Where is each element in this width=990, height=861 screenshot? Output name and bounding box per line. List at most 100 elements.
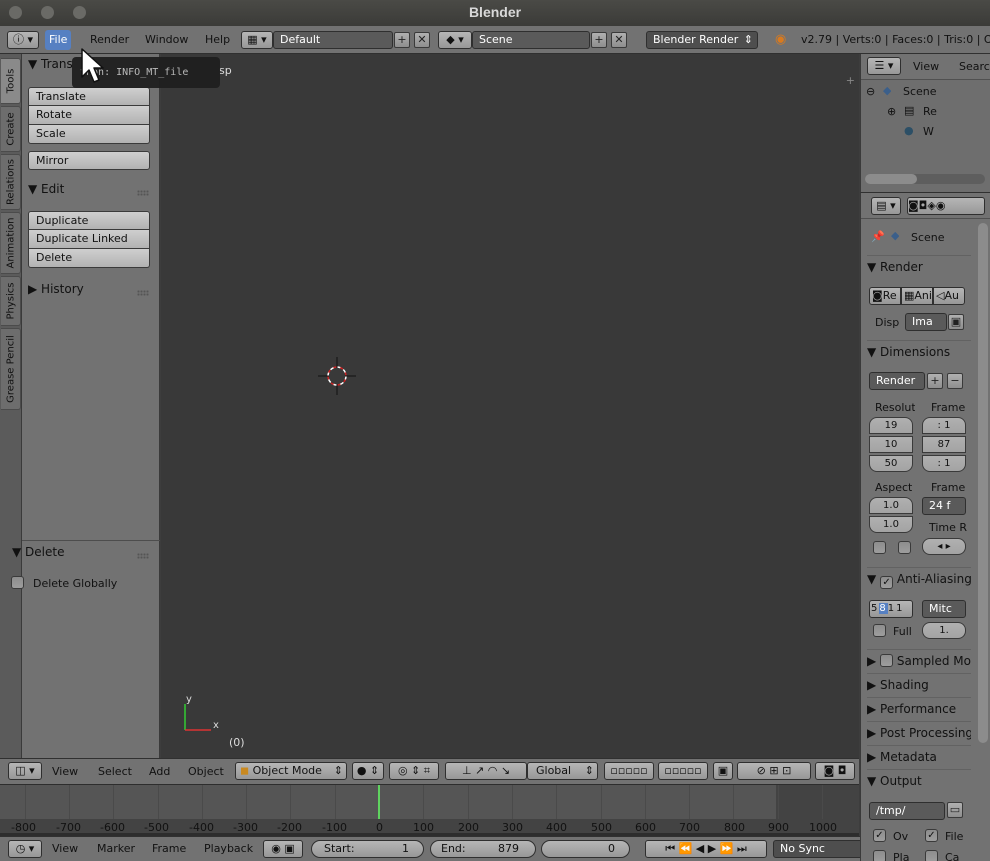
minimize-window-button[interactable] xyxy=(41,6,54,19)
expand-icon[interactable]: ⊕ xyxy=(887,105,896,118)
aa-filter-dropdown[interactable]: Mitc xyxy=(922,600,966,618)
playback-controls[interactable]: ⏮ ⏪ ◀ ▶ ⏩ ⏭ xyxy=(645,840,767,858)
screen-layout-selector[interactable]: ▦ ▾ xyxy=(241,31,273,49)
render-preset-dropdown[interactable]: Render xyxy=(869,372,925,390)
sync-dropdown[interactable]: No Sync xyxy=(773,840,863,858)
drag-grip-icon[interactable] xyxy=(137,553,149,559)
add-layout-icon[interactable]: + xyxy=(394,32,410,48)
collapse-icon[interactable]: ⊖ xyxy=(866,85,875,98)
anti-aliasing-checkbox[interactable]: ✓ xyxy=(880,576,894,589)
lock-interface-icon[interactable]: ▣ xyxy=(948,314,964,330)
menu-view[interactable]: View xyxy=(48,762,82,782)
resolution-y-field[interactable]: 10 xyxy=(869,436,913,453)
current-frame-field[interactable]: 0 xyxy=(541,840,630,858)
time-remap-field[interactable]: ◂ ▸ xyxy=(922,538,966,555)
frame-step-field[interactable]: : 1 xyxy=(922,455,966,472)
tab-animation[interactable]: Animation xyxy=(1,212,21,274)
crop-checkbox[interactable] xyxy=(898,541,911,554)
pivot-dropdown[interactable]: ◎ ⇕ ⌗ xyxy=(389,762,439,780)
add-preset-icon[interactable]: + xyxy=(927,373,943,389)
remove-scene-icon[interactable]: ✕ xyxy=(611,32,627,48)
placeholders-checkbox[interactable] xyxy=(873,850,886,861)
menu-object[interactable]: Object xyxy=(184,762,228,782)
outliner-item-render[interactable]: Re xyxy=(923,105,937,118)
snap-tools[interactable]: ⊘ ⊞ ⊡ xyxy=(737,762,811,780)
menu-marker[interactable]: Marker xyxy=(93,839,139,859)
delete-button[interactable]: Delete xyxy=(28,249,150,268)
metadata-panel-header[interactable]: ▶ Metadata xyxy=(867,745,971,767)
aspect-x-field[interactable]: 1.0 xyxy=(869,497,913,514)
render-panel-header[interactable]: ▼ Render xyxy=(867,255,971,277)
history-panel-header[interactable]: ▶ History xyxy=(28,282,84,296)
manipulator-buttons[interactable]: ⊥ ↗ ◠ ↘ xyxy=(445,762,527,780)
delete-globally-checkbox[interactable] xyxy=(11,576,24,589)
duplicate-button[interactable]: Duplicate xyxy=(28,211,150,230)
outliner-item-world[interactable]: W xyxy=(923,125,934,138)
screen-layout-field[interactable]: Default xyxy=(273,31,393,49)
cache-result-checkbox[interactable] xyxy=(925,850,938,861)
performance-panel-header[interactable]: ▶ Performance xyxy=(867,697,971,719)
scene-field[interactable]: Scene xyxy=(472,31,590,49)
mirror-button[interactable]: Mirror xyxy=(28,151,150,170)
aa-samples-buttons[interactable]: 5811 xyxy=(869,600,913,618)
border-checkbox[interactable] xyxy=(873,541,886,554)
aspect-y-field[interactable]: 1.0 xyxy=(869,516,913,533)
outliner-scene[interactable]: Scene xyxy=(903,85,937,98)
dimensions-panel-header[interactable]: ▼ Dimensions xyxy=(867,340,971,362)
editor-type-timeline[interactable]: ◷ ▾ xyxy=(8,840,42,858)
output-panel-header[interactable]: ▼ Output xyxy=(867,769,971,791)
overwrite-checkbox[interactable]: ✓ xyxy=(873,829,886,842)
scale-button[interactable]: Scale xyxy=(28,125,150,144)
render-preview-buttons[interactable]: ◙ ◘ xyxy=(815,762,855,780)
maximize-window-button[interactable] xyxy=(73,6,86,19)
outliner-menu-view[interactable]: View xyxy=(913,60,939,73)
frame-start-field[interactable]: : 1 xyxy=(922,417,966,434)
menu-help[interactable]: Help xyxy=(201,30,234,50)
tab-grease-pencil[interactable]: Grease Pencil xyxy=(1,328,21,410)
menu-timeline-view[interactable]: View xyxy=(48,839,82,859)
timeline-playhead[interactable] xyxy=(378,785,380,819)
layer-buttons-1[interactable]: ▫▫▫▫▫ xyxy=(604,762,654,780)
menu-frame[interactable]: Frame xyxy=(148,839,190,859)
editor-type-info[interactable]: ⓘ ▾ xyxy=(7,31,39,49)
3d-viewport[interactable]: sp + y x (0) xyxy=(161,54,859,758)
end-frame-field[interactable]: End: 879 xyxy=(430,840,536,858)
render-image-button[interactable]: ◙Re xyxy=(869,287,901,305)
pin-icon[interactable]: 📌 xyxy=(871,230,885,243)
shading-panel-header[interactable]: ▶ Shading xyxy=(867,673,971,695)
translate-button[interactable]: Translate xyxy=(28,87,150,106)
mode-dropdown[interactable]: ◼ Object Mode ⇕ xyxy=(235,762,347,780)
keying-buttons[interactable]: ◉ ▣ xyxy=(263,840,303,858)
operator-panel-header[interactable]: ▼ Delete xyxy=(12,545,64,559)
tab-create[interactable]: Create xyxy=(1,106,21,152)
viewport-corner-icon[interactable]: + xyxy=(846,74,855,87)
drag-grip-icon[interactable] xyxy=(137,190,149,196)
rotate-button[interactable]: Rotate xyxy=(28,106,150,125)
frame-rate-dropdown[interactable]: 24 f xyxy=(922,497,966,515)
timeline-editor[interactable]: -800 -700 -600 -500 -400 -300 -200 -100 0 100 200 3… xyxy=(0,784,859,837)
add-scene-icon[interactable]: + xyxy=(591,32,607,48)
tab-physics[interactable]: Physics xyxy=(1,276,21,326)
transform-panel-header[interactable]: ▼ Trans xyxy=(28,57,73,71)
anti-aliasing-panel-header[interactable]: ▼ ✓ Anti-Aliasing xyxy=(867,567,971,589)
tab-tools[interactable]: Tools xyxy=(1,58,21,104)
frame-end-field[interactable]: 87 xyxy=(922,436,966,453)
context-tabs[interactable]: ◙◘◈◉ xyxy=(907,197,985,215)
output-path-field[interactable]: /tmp/ xyxy=(869,802,945,820)
filter-size-field[interactable]: 1. xyxy=(922,622,966,639)
properties-scrollbar[interactable] xyxy=(978,223,988,743)
remove-layout-icon[interactable]: ✕ xyxy=(414,32,430,48)
editor-type-3d[interactable]: ◫ ▾ xyxy=(8,762,42,780)
resolution-percent-field[interactable]: 50 xyxy=(869,455,913,472)
remove-preset-icon[interactable]: − xyxy=(947,373,963,389)
shading-dropdown[interactable]: ● ⇕ xyxy=(352,762,384,780)
scene-selector[interactable]: ◆ ▾ xyxy=(438,31,472,49)
menu-add[interactable]: Add xyxy=(145,762,174,782)
render-audio-button[interactable]: ◁Au xyxy=(933,287,965,305)
render-animation-button[interactable]: ▦Ani xyxy=(901,287,933,305)
sampled-motion-panel-header[interactable]: ▶ Sampled Mo xyxy=(867,649,971,671)
menu-file[interactable]: File xyxy=(45,30,72,50)
render-engine-dropdown[interactable]: Blender Render ⇕ xyxy=(646,31,758,49)
start-frame-field[interactable]: Start: 1 xyxy=(311,840,424,858)
outliner-scrollbar-thumb[interactable] xyxy=(865,174,917,184)
